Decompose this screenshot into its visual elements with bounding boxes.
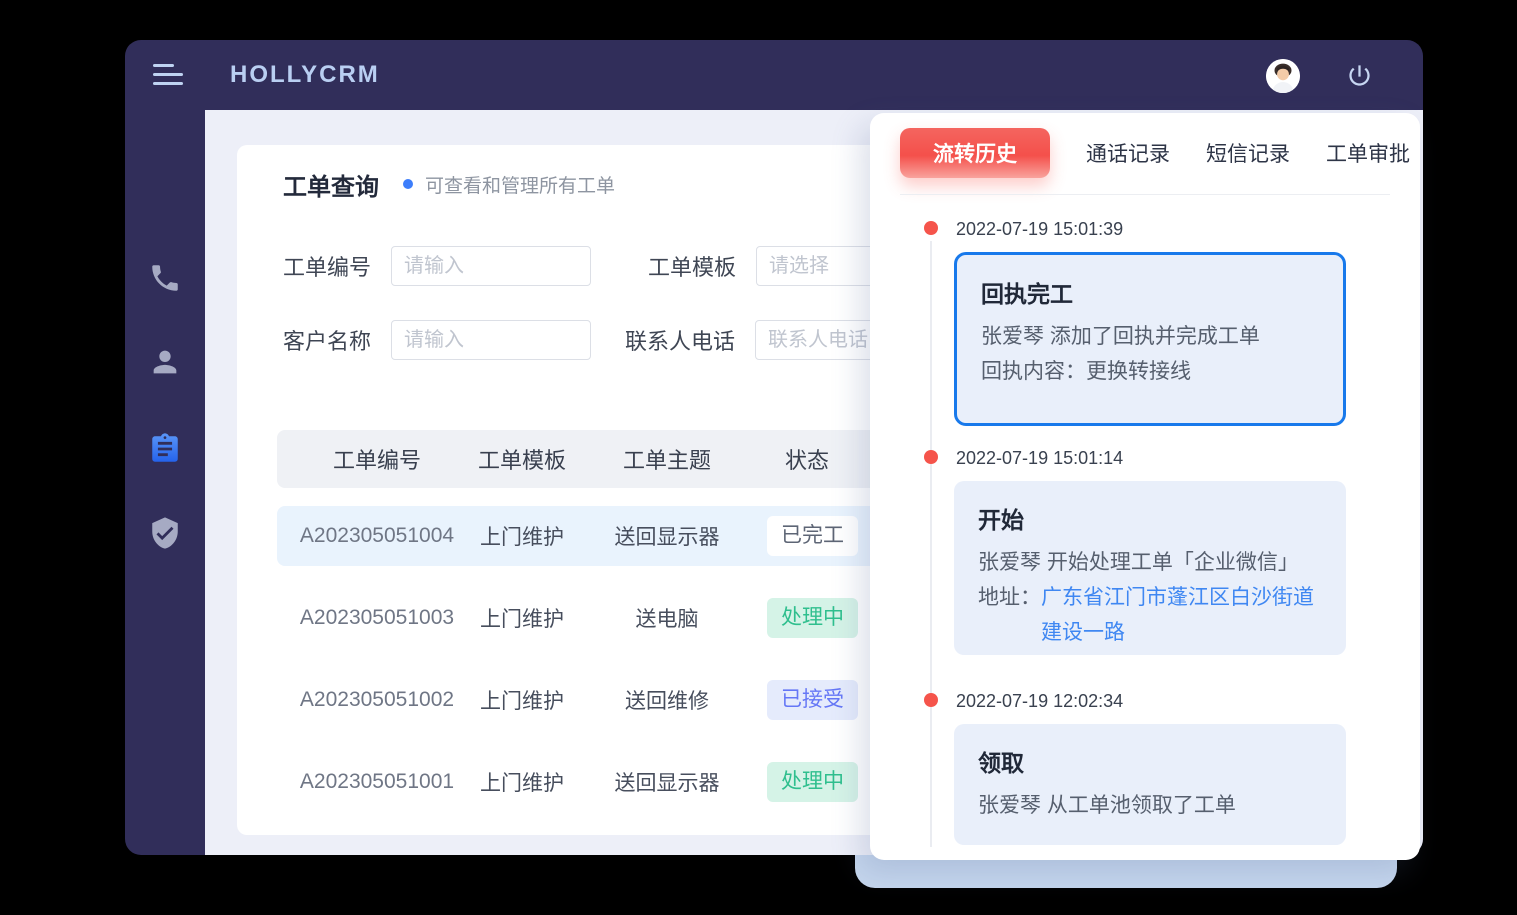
- timeline-dot-icon: [924, 693, 938, 707]
- filter-customer-name: 客户名称: [283, 320, 591, 360]
- status-badge: 处理中: [767, 598, 858, 638]
- timeline-timestamp: 2022-07-19 12:02:34: [956, 689, 1123, 713]
- tab-flow-history[interactable]: 流转历史: [900, 128, 1050, 178]
- col-header-id: 工单编号: [277, 443, 477, 475]
- workorder-id-input[interactable]: [391, 246, 591, 286]
- cell-subject: 送回维修: [567, 685, 767, 715]
- cell-template: 上门维护: [477, 685, 567, 715]
- timeline-timestamp: 2022-07-19 15:01:14: [956, 446, 1123, 470]
- cell-id: A202305051001: [277, 770, 477, 794]
- tab-workorder-approval[interactable]: 工单审批: [1326, 138, 1410, 168]
- subtitle-dot-icon: [403, 179, 413, 189]
- col-header-subject: 工单主题: [567, 443, 767, 475]
- page-title: 工单查询: [283, 167, 379, 202]
- user-icon: [148, 345, 182, 379]
- address-link[interactable]: 广东省江门市蓬江区白沙街道建设一路: [1041, 580, 1314, 650]
- timeline-card-title: 回执完工: [981, 275, 1319, 309]
- timeline-card-title: 领取: [978, 744, 1322, 778]
- timeline-card-text: 回执内容：更换转接线: [981, 354, 1319, 389]
- clipboard-icon: [148, 432, 182, 466]
- page-subtitle: 可查看和管理所有工单: [425, 171, 615, 198]
- tab-sms-records[interactable]: 短信记录: [1206, 138, 1290, 168]
- screenshot-stage: HOLLYCRM: [0, 0, 1517, 915]
- status-badge: 已完工: [767, 516, 858, 556]
- timeline-card-address-row: 地址： 广东省江门市蓬江区白沙街道建设一路: [978, 580, 1322, 650]
- timeline-line: [930, 241, 932, 847]
- cell-template: 上门维护: [477, 767, 567, 797]
- cell-id: A202305051003: [277, 606, 477, 630]
- filter-label: 联系人电话: [625, 324, 735, 356]
- col-header-status: 状态: [767, 443, 847, 475]
- sidebar-item-security[interactable]: [148, 516, 182, 550]
- timeline-card-text: 张爱琴 开始处理工单「企业微信」: [978, 545, 1322, 580]
- panel-tabs: 流转历史 通话记录 短信记录 工单审批: [900, 128, 1410, 178]
- timeline-timestamp: 2022-07-19 15:01:39: [956, 217, 1123, 241]
- shield-check-icon: [148, 516, 182, 550]
- timeline-dot-icon: [924, 450, 938, 464]
- status-badge: 已接受: [767, 680, 858, 720]
- cell-subject: 送回显示器: [567, 521, 767, 551]
- app-header: HOLLYCRM: [125, 40, 1423, 110]
- tabs-divider: [900, 194, 1390, 195]
- phone-icon: [148, 261, 182, 295]
- history-panel: 流转历史 通话记录 短信记录 工单审批 2022-07-19 15:01:39 …: [870, 113, 1420, 860]
- col-header-template: 工单模板: [477, 443, 567, 475]
- menu-icon[interactable]: [153, 64, 183, 91]
- timeline-card-text: 张爱琴 添加了回执并完成工单: [981, 319, 1319, 354]
- cell-subject: 送电脑: [567, 603, 767, 633]
- sidebar-item-calls[interactable]: [148, 261, 182, 295]
- timeline-card-claimed: 领取 张爱琴 从工单池领取了工单: [954, 724, 1346, 845]
- filter-label: 客户名称: [283, 324, 371, 356]
- sidebar-item-customers[interactable]: [148, 345, 182, 379]
- timeline-card-started: 开始 张爱琴 开始处理工单「企业微信」 地址： 广东省江门市蓬江区白沙街道建设一…: [954, 481, 1346, 655]
- timeline-dot-icon: [924, 221, 938, 235]
- filter-label: 工单模板: [648, 250, 736, 282]
- filter-label: 工单编号: [283, 250, 371, 282]
- filter-workorder-id: 工单编号: [283, 246, 591, 286]
- tab-call-records[interactable]: 通话记录: [1086, 138, 1170, 168]
- power-icon[interactable]: [1346, 62, 1373, 89]
- page-title-row: 工单查询 可查看和管理所有工单: [283, 167, 615, 201]
- avatar[interactable]: [1266, 59, 1300, 93]
- timeline-card-text: 张爱琴 从工单池领取了工单: [978, 788, 1322, 823]
- timeline-card-title: 开始: [978, 501, 1322, 535]
- cell-template: 上门维护: [477, 521, 567, 551]
- cell-id: A202305051002: [277, 688, 477, 712]
- timeline-card-completed: 回执完工 张爱琴 添加了回执并完成工单 回执内容：更换转接线: [954, 252, 1346, 426]
- brand-logo: HOLLYCRM: [230, 61, 380, 89]
- status-badge: 处理中: [767, 762, 858, 802]
- address-label: 地址：: [978, 580, 1041, 615]
- customer-name-input[interactable]: [391, 320, 591, 360]
- cell-id: A202305051004: [277, 524, 477, 548]
- sidebar-item-workorders-active[interactable]: [148, 432, 182, 466]
- cell-subject: 送回显示器: [567, 767, 767, 797]
- cell-template: 上门维护: [477, 603, 567, 633]
